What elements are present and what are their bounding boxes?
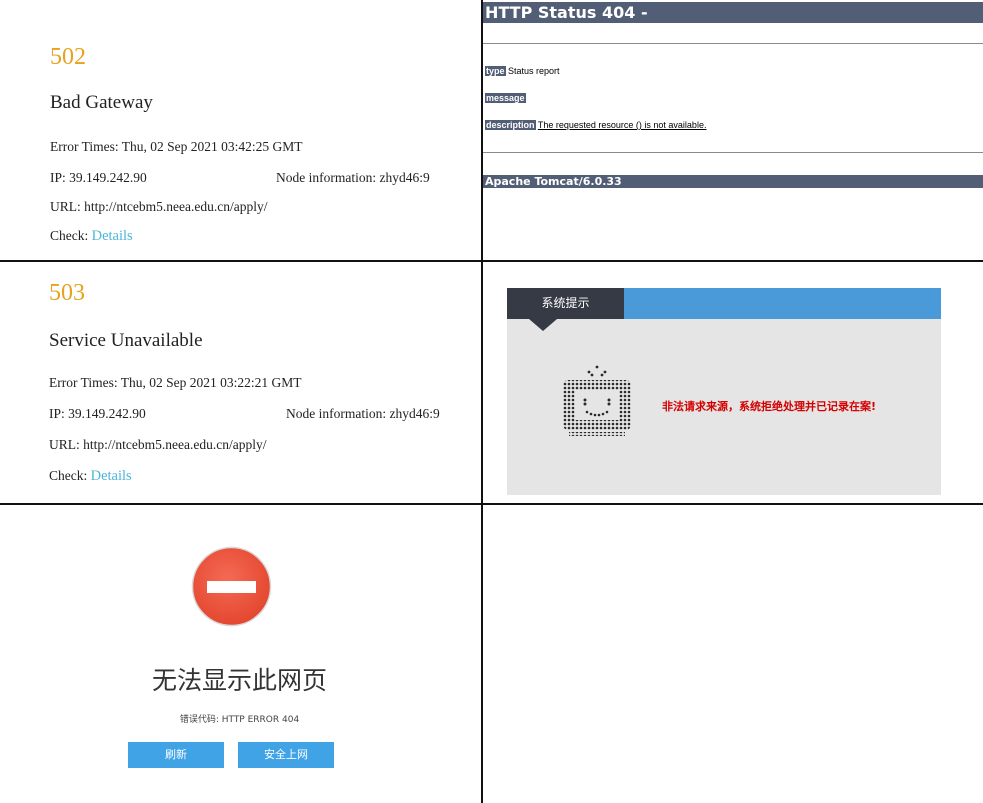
error-times: Error Times: Thu, 02 Sep 2021 03:22:21 G… — [49, 375, 302, 390]
no-entry-svg — [191, 546, 272, 627]
details-link[interactable]: Details — [91, 468, 132, 484]
page-title: 无法显示此网页 — [151, 666, 327, 695]
system-prompt-tab: 系统提示 — [507, 288, 624, 319]
panel-502: 502 Bad Gateway Error Times: Thu, 02 Sep… — [0, 0, 481, 260]
safe-browse-button[interactable]: 安全上网 — [238, 742, 334, 768]
error-times: Error Times: Thu, 02 Sep 2021 03:42:25 G… — [50, 139, 303, 154]
panel-system-prompt: 系统提示 非法请求来源，系统拒绝处理并已记录在案! — [483, 262, 983, 503]
type-value: Status report — [505, 66, 560, 76]
tab-pointer — [529, 319, 557, 331]
ip-address: IP: 39.149.242.90 — [49, 406, 146, 421]
system-prompt-box: 系统提示 非法请求来源，系统拒绝处理并已记录在案! — [507, 288, 941, 495]
message-row: message — [485, 93, 526, 103]
panel-empty — [483, 505, 983, 803]
panel-tomcat-404: HTTP Status 404 - type Status report mes… — [483, 0, 983, 260]
description-value: The requested resource () is not availab… — [537, 120, 707, 130]
panel-cannot-display: 无法显示此网页 错误代码: HTTP ERROR 404 刷新 安全上网 — [0, 505, 481, 803]
refresh-button[interactable]: 刷新 — [128, 742, 224, 768]
system-prompt-header: 系统提示 — [507, 288, 941, 319]
error-code: 503 — [49, 280, 85, 306]
message-label: message — [485, 93, 526, 103]
tomcat-heading: HTTP Status 404 - — [483, 2, 983, 23]
ip-address: IP: 39.149.242.90 — [50, 170, 147, 185]
divider — [483, 152, 983, 153]
panel-503: 503 Service Unavailable Error Times: Thu… — [0, 262, 481, 503]
type-row: type Status report — [485, 66, 560, 76]
divider — [483, 43, 983, 44]
error-code: 502 — [50, 44, 86, 70]
error-title: Service Unavailable — [49, 330, 203, 351]
type-label: type — [485, 66, 506, 76]
check-line: Check: Details — [50, 228, 133, 245]
error-title: Bad Gateway — [50, 92, 153, 113]
tomcat-footer: Apache Tomcat/6.0.33 — [483, 175, 983, 188]
node-information: Node information: zhyd46:9 — [276, 170, 430, 185]
check-line: Check: Details — [49, 468, 132, 485]
error-code-text: 错误代码: HTTP ERROR 404 — [179, 715, 300, 725]
node-information: Node information: zhyd46:9 — [286, 406, 440, 421]
tv-smiley-icon — [555, 362, 639, 446]
details-link[interactable]: Details — [92, 228, 133, 244]
no-entry-icon — [191, 546, 272, 627]
description-label: description — [485, 120, 536, 130]
url-line: URL: http://ntcebm5.neea.edu.cn/apply/ — [49, 437, 267, 452]
description-row: description The requested resource () is… — [485, 120, 706, 130]
system-message: 非法请求来源，系统拒绝处理并已记录在案! — [662, 400, 877, 413]
url-line: URL: http://ntcebm5.neea.edu.cn/apply/ — [50, 199, 268, 214]
check-label: Check: — [50, 228, 92, 243]
check-label: Check: — [49, 468, 91, 483]
tv-smiley-svg — [563, 365, 631, 436]
